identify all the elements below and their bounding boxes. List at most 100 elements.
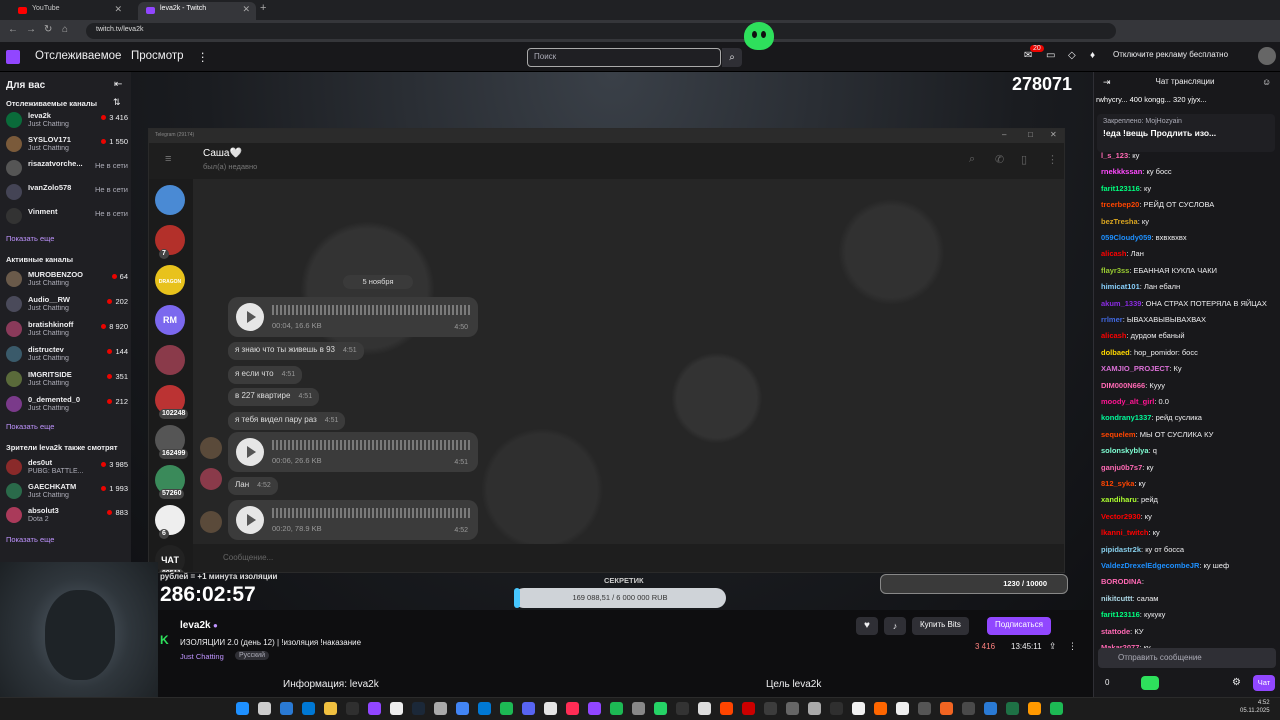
chat-username[interactable]: sequelem <box>1101 430 1136 439</box>
channel-avatar-icon[interactable]: K <box>160 633 169 647</box>
sidebar-channel[interactable]: risazatvorche... Не в сети <box>6 158 128 180</box>
buy-bits-button[interactable]: Купить Bits <box>912 617 969 635</box>
chat-message[interactable]: bezTresha: ку <box>1101 217 1276 227</box>
chat-message[interactable]: DIM000N666: Кууу <box>1101 381 1276 391</box>
taskbar-app-icon[interactable] <box>280 702 293 715</box>
chat-username[interactable]: solonskyblya <box>1101 446 1149 455</box>
chat-message[interactable]: ganju0b7s7: ку <box>1101 463 1276 473</box>
chat-message[interactable]: dolbaed: hop_pomidor: босс <box>1101 348 1276 358</box>
more-menu-icon[interactable]: ⋮ <box>197 50 209 64</box>
taskbar-app-icon[interactable] <box>874 702 887 715</box>
sidebar-channel[interactable]: bratishkinoff Just Chatting 8 920 <box>6 319 128 341</box>
pinned-message[interactable]: Закреплено: MojHozyain !еда !вещь Продли… <box>1097 114 1275 152</box>
chat-message[interactable]: BORODINA: <box>1101 577 1276 587</box>
sidebar-channel[interactable]: distructev Just Chatting 144 <box>6 344 128 366</box>
play-icon[interactable] <box>236 438 264 466</box>
taskbar-app-icon[interactable] <box>390 702 403 715</box>
follow-heart-icon[interactable]: ♥ <box>856 617 878 635</box>
chat-username[interactable]: akum_1339 <box>1101 299 1141 308</box>
telegram-chat-avatar[interactable] <box>155 345 185 375</box>
chat-username[interactable]: nikitcuttt <box>1101 594 1133 603</box>
chat-username[interactable]: Vector2930 <box>1101 512 1141 521</box>
taskbar-app-icon[interactable] <box>676 702 689 715</box>
chat-message[interactable]: alicash: Лан <box>1101 249 1276 259</box>
taskbar-app-icon[interactable] <box>324 702 337 715</box>
twitch-logo-icon[interactable] <box>6 50 20 64</box>
taskbar-app-icon[interactable] <box>610 702 623 715</box>
chat-message[interactable]: 059Cloudy059: вхвхвхвх <box>1101 233 1276 243</box>
tab-twitch[interactable]: leva2k - Twitch ✕ <box>138 2 256 20</box>
chat-username[interactable]: 812_syka <box>1101 479 1134 488</box>
chat-username[interactable]: lkanni_twitch <box>1101 528 1149 537</box>
chat-message[interactable]: alicash: дурдом ебаный <box>1101 331 1276 341</box>
avatar[interactable] <box>1258 47 1276 65</box>
chat-message[interactable]: flayr3ss: ЕБАННАЯ КУКЛА ЧАКИ <box>1101 266 1276 276</box>
play-icon[interactable] <box>236 506 264 534</box>
share-icon[interactable]: ⇪ <box>1049 641 1057 652</box>
taskbar-app-icon[interactable] <box>302 702 315 715</box>
chat-message[interactable]: solonskyblya: q <box>1101 446 1276 456</box>
chat-username[interactable]: 059Cloudy059 <box>1101 233 1151 242</box>
chat-username[interactable]: pipidastr2k <box>1101 545 1141 554</box>
show-more-followed[interactable]: Показать еще <box>6 234 54 243</box>
taskbar-app-icon[interactable] <box>830 702 843 715</box>
taskbar-app-icon[interactable] <box>1006 702 1019 715</box>
taskbar-app-icon[interactable] <box>918 702 931 715</box>
reload-icon[interactable]: ↻ <box>44 24 52 35</box>
voice-message[interactable]: 00:04, 16.6 KB 4:50 <box>228 297 478 337</box>
chat-username[interactable]: rnekkkssan <box>1101 167 1142 176</box>
sidebar-channel[interactable]: IMGRITSIDE Just Chatting 351 <box>6 369 128 391</box>
channel-points[interactable]: 0 <box>1105 678 1109 687</box>
search-icon[interactable]: ⌕ <box>969 153 975 166</box>
text-message[interactable]: я знаю что ты живешь в 93 4:51 <box>228 342 364 360</box>
community-icon[interactable]: ☺ <box>1262 77 1271 87</box>
taskbar-app-icon[interactable] <box>654 702 667 715</box>
chat-username[interactable]: alicash <box>1101 331 1126 340</box>
chat-input[interactable]: Отправить сообщение <box>1098 648 1276 668</box>
play-icon[interactable] <box>236 303 264 331</box>
taskbar-app-icon[interactable] <box>962 702 975 715</box>
chat-username[interactable]: xandiharu <box>1101 495 1137 504</box>
text-message[interactable]: я тебя видел пару раз 4:51 <box>228 412 346 430</box>
taskbar-app-icon[interactable] <box>764 702 777 715</box>
sidebar-channel[interactable]: Audio__RW Just Chatting 202 <box>6 294 128 316</box>
chat-username[interactable]: dolbaed <box>1101 348 1130 357</box>
taskbar-app-icon[interactable] <box>566 702 579 715</box>
chat-username[interactable]: ganju0b7s7 <box>1101 463 1142 472</box>
chat-message[interactable]: rrlmer: ЫВАХАВЫВЫВАХВАХ <box>1101 315 1276 325</box>
close-tab-icon[interactable]: ✕ <box>114 4 122 15</box>
taskbar-app-icon[interactable] <box>940 702 953 715</box>
chat-message[interactable]: akum_1339: ОНА СТРАХ ПОТЕРЯЛА В ЯЙЦАХ <box>1101 299 1276 309</box>
forward-icon[interactable]: → <box>26 24 36 35</box>
chat-message[interactable]: xandiharu: рейд <box>1101 495 1276 505</box>
sidebar-channel[interactable]: des0ut PUBG: BATTLE... 3 985 <box>6 457 128 479</box>
chat-username[interactable]: BORODINA <box>1101 577 1142 586</box>
home-icon[interactable]: ⌂ <box>62 24 68 35</box>
tab-youtube[interactable]: YouTube ✕ <box>10 2 128 20</box>
chat-message[interactable]: moody_alt_girl: 0.0 <box>1101 397 1276 407</box>
hamburger-icon[interactable]: ≡ <box>165 153 171 165</box>
show-more-active[interactable]: Показать еще <box>6 422 54 431</box>
sender-avatar[interactable] <box>200 468 222 490</box>
maximize-icon[interactable]: □ <box>1028 130 1033 139</box>
taskbar-app-icon[interactable] <box>544 702 557 715</box>
telegram-chat-avatar[interactable]: DRAGON MONEY <box>155 265 185 317</box>
telegram-message-input[interactable]: Сообщение... <box>193 544 1064 572</box>
telegram-chat-avatar[interactable]: ЧАТ89511 <box>155 545 185 572</box>
chat-username[interactable]: l_s_123 <box>1101 151 1128 160</box>
chat-username[interactable]: DIM000N666 <box>1101 381 1145 390</box>
chat-message[interactable]: stattode: КУ <box>1101 627 1276 637</box>
streamer-name[interactable]: leva2k <box>180 620 211 631</box>
chat-username[interactable]: kondrany1337 <box>1101 413 1151 422</box>
telegram-chat-avatar[interactable]: 102248 <box>155 385 189 419</box>
close-tab-icon[interactable]: ✕ <box>242 4 250 15</box>
subscribe-button[interactable]: Подписаться <box>987 617 1051 635</box>
stream-category[interactable]: Just Chatting <box>180 652 224 661</box>
chat-username[interactable]: farit123116 <box>1101 184 1140 193</box>
taskbar-app-icon[interactable] <box>1050 702 1063 715</box>
taskbar-app-icon[interactable] <box>456 702 469 715</box>
taskbar-app-icon[interactable] <box>698 702 711 715</box>
chat-message[interactable]: 812_syka: ку <box>1101 479 1276 489</box>
taskbar-app-icon[interactable] <box>632 702 645 715</box>
telegram-chat-avatar[interactable]: 6 <box>155 505 185 539</box>
